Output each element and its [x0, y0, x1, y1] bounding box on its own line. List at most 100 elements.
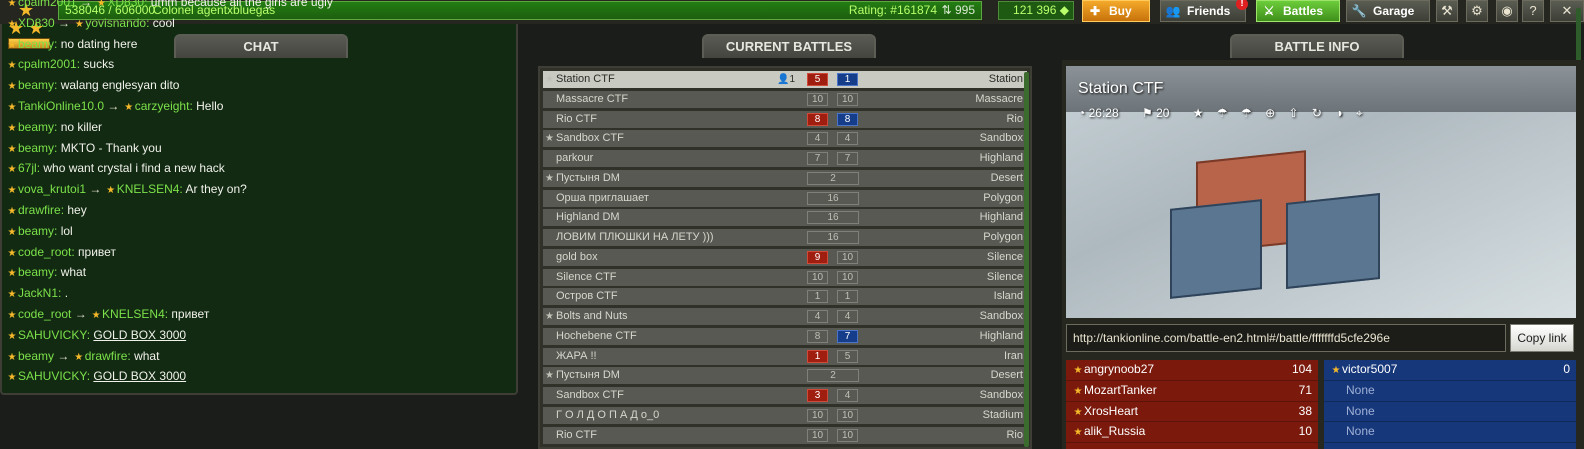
battle-name: Г О Л Д О П А Д о_0: [556, 408, 660, 421]
map-title: Station CTF: [1078, 80, 1164, 97]
chat-message: ★ drawfire: hey: [6, 200, 1572, 221]
player-row[interactable]: ★ MozartTanker 71: [1066, 381, 1318, 402]
timer-icon: ◔ 26:28: [1078, 106, 1119, 120]
chat-text: GOLD BOX 3000: [93, 327, 187, 342]
chat-username[interactable]: cpalm2001: [18, 57, 77, 71]
battle-map-name: Highland: [979, 329, 1023, 342]
chat-recipient[interactable]: yovisnando: [85, 16, 146, 30]
battle-row[interactable]: ★ Sandbox CTF 4 4 Sandbox: [543, 130, 1027, 148]
battle-row[interactable]: Rio CTF 10 10 Rio: [543, 426, 1027, 444]
player-name-text: None: [1346, 382, 1375, 397]
red-team-count: 10: [807, 428, 828, 442]
chat-username[interactable]: code_root: [18, 307, 71, 321]
blue-team-count: 1: [837, 290, 858, 304]
rank-icon: ★: [7, 39, 17, 51]
battle-row[interactable]: gold box 9 10 Silence: [543, 248, 1027, 266]
chat-separator: :: [144, 0, 151, 9]
chat-username[interactable]: vova_krutoi1: [18, 182, 86, 196]
chat-username[interactable]: beamy: [18, 224, 54, 238]
chat-recipient[interactable]: XD830: [107, 0, 144, 9]
copy-link-button[interactable]: Copy link: [1510, 324, 1574, 352]
battle-row[interactable]: parkour 7 7 Highland: [543, 150, 1027, 167]
red-team-count: 5: [807, 73, 828, 86]
chat-username[interactable]: beamy: [18, 120, 54, 134]
battle-row[interactable]: Остров CTF 1 1 Island: [543, 288, 1027, 306]
chat-username[interactable]: XD830: [18, 16, 55, 30]
battle-row[interactable]: ★ Пустыня DM 2 Desert: [543, 169, 1027, 187]
chat-panel: ★ cpalm2001 → ★ XD830: umm because all the…: [0, 0, 1581, 395]
chat-separator: :: [146, 15, 153, 30]
battle-row[interactable]: Hochebene CTF 8 7 Highland: [543, 327, 1027, 345]
player-row[interactable]: ★ victor5007 0: [1324, 360, 1576, 381]
chat-username[interactable]: beamy: [18, 141, 54, 155]
battle-row[interactable]: ЖАРА !! 1 5 Iran: [543, 347, 1027, 365]
blue-team-count: 10: [837, 92, 858, 106]
rank-icon: ★: [1073, 365, 1083, 376]
pro-battle-star-icon: ★: [545, 311, 554, 322]
battle-list-scrollbar[interactable]: [1024, 72, 1029, 447]
battle-name: Sandbox CTF: [556, 389, 624, 401]
chat-username[interactable]: SAHUVICKY: [18, 328, 87, 342]
battle-link-field[interactable]: http://tankionline.com/battle-en2.html#/…: [1066, 324, 1506, 352]
chat-text: MKTO - Thank you: [60, 140, 162, 155]
player-name: None: [1330, 402, 1375, 422]
chat-separator: :: [54, 36, 61, 51]
chat-username[interactable]: beamy: [18, 78, 54, 92]
chat-text: .: [64, 286, 69, 301]
player-row[interactable]: ★ alik_Russia 10: [1066, 422, 1318, 444]
red-team-count: 4: [807, 132, 828, 146]
battle-row[interactable]: Massacre CTF 10 10 Massacre: [543, 90, 1027, 108]
rank-icon: ★: [96, 0, 106, 9]
chat-username[interactable]: code_root: [18, 245, 71, 259]
chat-message: ★ vova_krutoi1 → ★ KNELSEN4: Ar they on?: [6, 179, 1572, 200]
chat-username[interactable]: beamy: [18, 349, 54, 363]
chat-username[interactable]: TankiOnline10.0: [18, 99, 104, 113]
battle-row[interactable]: Орша приглашает 16 Polygon: [543, 189, 1027, 207]
battle-row[interactable]: Highland DM 16 Highland: [543, 209, 1027, 227]
chat-username[interactable]: SAHUVICKY: [18, 369, 87, 383]
battle-row[interactable]: Г О Л Д О П А Д о_0 10 10 Stadium: [543, 406, 1027, 424]
chat-text: who want crystal i find a new hack: [43, 161, 225, 176]
battle-row[interactable]: ЛОВИМ ПЛЮШКИ НА ЛЕТУ ))) 16 Polygon: [543, 229, 1027, 246]
player-name: None: [1330, 381, 1375, 401]
battle-row[interactable]: Sandbox CTF 3 4 Sandbox: [543, 387, 1027, 404]
battle-row[interactable]: ★ Station CTF 👤1 5 1 Station: [543, 71, 1027, 88]
blue-team-count: 10: [837, 270, 858, 284]
player-row[interactable]: None: [1324, 422, 1576, 444]
red-team-count: 9: [807, 250, 828, 264]
chat-recipient[interactable]: KNELSEN4: [117, 182, 180, 196]
chat-username[interactable]: cpalm2001: [18, 0, 77, 9]
reply-arrow-icon: →: [54, 15, 74, 30]
chat-text: what: [60, 265, 87, 280]
player-row[interactable]: None: [1324, 402, 1576, 423]
chat-username[interactable]: beamy: [18, 265, 54, 279]
chat-username[interactable]: JackN1: [18, 286, 58, 300]
chat-recipient[interactable]: carzyeight: [135, 99, 190, 113]
player-score: 0: [1563, 362, 1570, 376]
player-row[interactable]: ★ angrynoob27 104: [1066, 360, 1318, 381]
pro-battle-star-icon: ★: [545, 172, 554, 184]
chat-text: Ar they on?: [185, 182, 247, 197]
battle-row[interactable]: Silence CTF 10 10 Silence: [543, 268, 1027, 286]
player-row[interactable]: None: [1324, 381, 1576, 402]
player-name: ★ angrynoob27: [1072, 360, 1155, 381]
battle-name: parkour: [556, 152, 594, 164]
battle-map-name: Sandbox: [979, 389, 1023, 401]
battle-map-name: Massacre: [975, 92, 1023, 105]
battle-row[interactable]: ★ Пустыня DM 2 Desert: [543, 367, 1027, 385]
chat-separator: :: [54, 265, 61, 280]
battle-name: Rio CTF: [556, 112, 597, 125]
chat-username[interactable]: beamy: [18, 37, 54, 51]
battle-row[interactable]: ★ Bolts and Nuts 4 4 Sandbox: [543, 308, 1027, 325]
battle-row[interactable]: Rio CTF 8 8 Rio: [543, 110, 1027, 128]
blue-team-count: 4: [837, 310, 858, 323]
rank-icon: ★: [1073, 385, 1083, 397]
chat-recipient[interactable]: drawfire: [85, 349, 128, 363]
chat-username[interactable]: 67jl: [18, 161, 37, 175]
blue-team-count: 7: [837, 152, 858, 165]
player-row[interactable]: ★ XrosHeart 38: [1066, 402, 1318, 423]
battle-name: Орша приглашает: [556, 191, 649, 204]
battle-name: Остров CTF: [556, 290, 618, 303]
chat-recipient[interactable]: KNELSEN4: [102, 307, 165, 321]
chat-username[interactable]: drawfire: [18, 203, 61, 217]
